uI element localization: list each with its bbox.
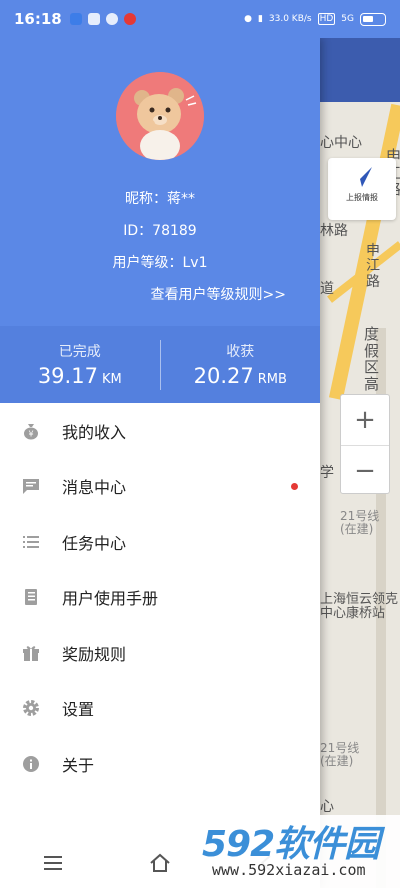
notification-icons — [69, 13, 136, 25]
menu-item-messages[interactable]: 消息中心 — [0, 459, 320, 515]
map-view[interactable]: 心中心 申江路 上报情报 林路 申江路 度假区高 道 + − 学 21号线(在建… — [320, 38, 400, 888]
menu-item-income[interactable]: ¥ 我的收入 — [0, 403, 320, 459]
navigation-arrow-icon — [352, 167, 372, 187]
message-icon — [22, 477, 40, 495]
avatar[interactable] — [116, 72, 204, 160]
map-label: 道 — [320, 281, 334, 297]
drawer-menu: ¥ 我的收入 消息中心 任务中心 用户使用手册 奖励规则 设置 关于 — [0, 403, 320, 792]
menu-item-manual[interactable]: 用户使用手册 — [0, 570, 320, 626]
home-icon — [150, 853, 170, 872]
menu-label: 设置 — [62, 700, 95, 720]
manual-icon — [22, 588, 40, 606]
gift-icon — [22, 644, 40, 662]
info-icon — [22, 755, 40, 773]
profile-header: 昵称：蒋** ID：78189 用户等级：Lv1 查看用户等级规则>> — [0, 38, 320, 326]
map-label: 申江路 — [366, 243, 380, 290]
level-rules-link[interactable]: 查看用户等级规则>> — [151, 284, 286, 304]
home-nav-button[interactable] — [145, 851, 175, 875]
list-icon — [22, 533, 40, 551]
user-id: ID：78189 — [123, 223, 197, 239]
map-label: 21号线(在建) — [340, 509, 380, 537]
svg-text:¥: ¥ — [28, 429, 33, 438]
status-time: 16:18 — [14, 10, 62, 28]
map-label: 心 — [320, 799, 334, 815]
user-level: 用户等级：Lv1 — [112, 255, 208, 271]
network-speed: 33.0 KB/s — [268, 14, 312, 24]
menu-item-about[interactable]: 关于 — [0, 736, 320, 792]
completed-value: 39.17 — [37, 364, 98, 388]
zoom-out-button[interactable]: − — [341, 445, 389, 495]
menu-label: 关于 — [62, 755, 95, 775]
zoom-in-button[interactable]: + — [341, 395, 389, 445]
menu-label: 我的收入 — [62, 422, 127, 442]
income-label: 收获 — [226, 344, 255, 360]
side-drawer: 昵称：蒋** ID：78189 用户等级：Lv1 查看用户等级规则>> 已完成 … — [0, 38, 320, 888]
menu-label: 任务中心 — [62, 533, 127, 553]
stats-bar: 已完成 39.17 KM 收获 20.27 RMB — [0, 326, 320, 403]
watermark-url: www.592xiazai.com — [212, 861, 366, 879]
unread-badge — [291, 482, 298, 490]
vibrate-icon: ▮ — [257, 14, 263, 24]
map-label: 21号线(在建) — [320, 741, 360, 769]
bear-avatar-icon — [116, 72, 204, 160]
income-value: 20.27 — [193, 364, 254, 388]
map-top-bar — [320, 38, 400, 102]
battery-icon — [360, 12, 386, 26]
gear-icon — [22, 699, 40, 717]
income-stat: 收获 20.27 RMB — [161, 341, 321, 388]
network-type: 5G — [341, 14, 354, 24]
menu-label: 奖励规则 — [62, 644, 127, 664]
map-label: 上海恒云领克中心康桥站 — [320, 592, 399, 622]
map-notification-icon — [87, 13, 100, 25]
income-unit: RMB — [257, 372, 287, 387]
menu-item-rewards[interactable]: 奖励规则 — [0, 625, 320, 681]
menu-item-settings[interactable]: 设置 — [0, 681, 320, 737]
map-label: 度假区高 — [364, 325, 380, 393]
watermark-logo: 592软件园 — [202, 824, 380, 865]
location-icon: ● — [244, 14, 252, 24]
status-bar: 16:18 ● ▮ 33.0 KB/s HD 5G — [0, 0, 400, 38]
map-label: 林路 — [320, 223, 348, 239]
completed-stat: 已完成 39.17 KM — [0, 341, 160, 388]
wechat-notification-icon — [105, 13, 118, 25]
completed-unit: KM — [101, 372, 122, 387]
money-bag-icon: ¥ — [22, 422, 40, 440]
map-label: 学 — [320, 465, 334, 481]
watermark: 592软件园 www.592xiazai.com — [198, 815, 400, 888]
menu-label: 用户使用手册 — [62, 589, 159, 609]
hamburger-icon — [44, 856, 63, 870]
status-right: ● ▮ 33.0 KB/s HD 5G — [244, 12, 386, 26]
map-label: 心中心 — [320, 135, 362, 151]
nickname: 昵称：蒋** — [125, 191, 195, 207]
menu-label: 消息中心 — [62, 478, 127, 498]
news-notification-icon — [123, 13, 136, 25]
completed-label: 已完成 — [58, 344, 101, 360]
report-label: 上报情报 — [346, 193, 378, 202]
hd-badge: HD — [317, 13, 336, 25]
report-intel-button[interactable]: 上报情报 — [328, 158, 396, 220]
menu-nav-button[interactable] — [38, 851, 68, 875]
app-notification-icon — [69, 13, 82, 25]
menu-item-tasks[interactable]: 任务中心 — [0, 514, 320, 570]
zoom-controls: + − — [340, 394, 390, 494]
